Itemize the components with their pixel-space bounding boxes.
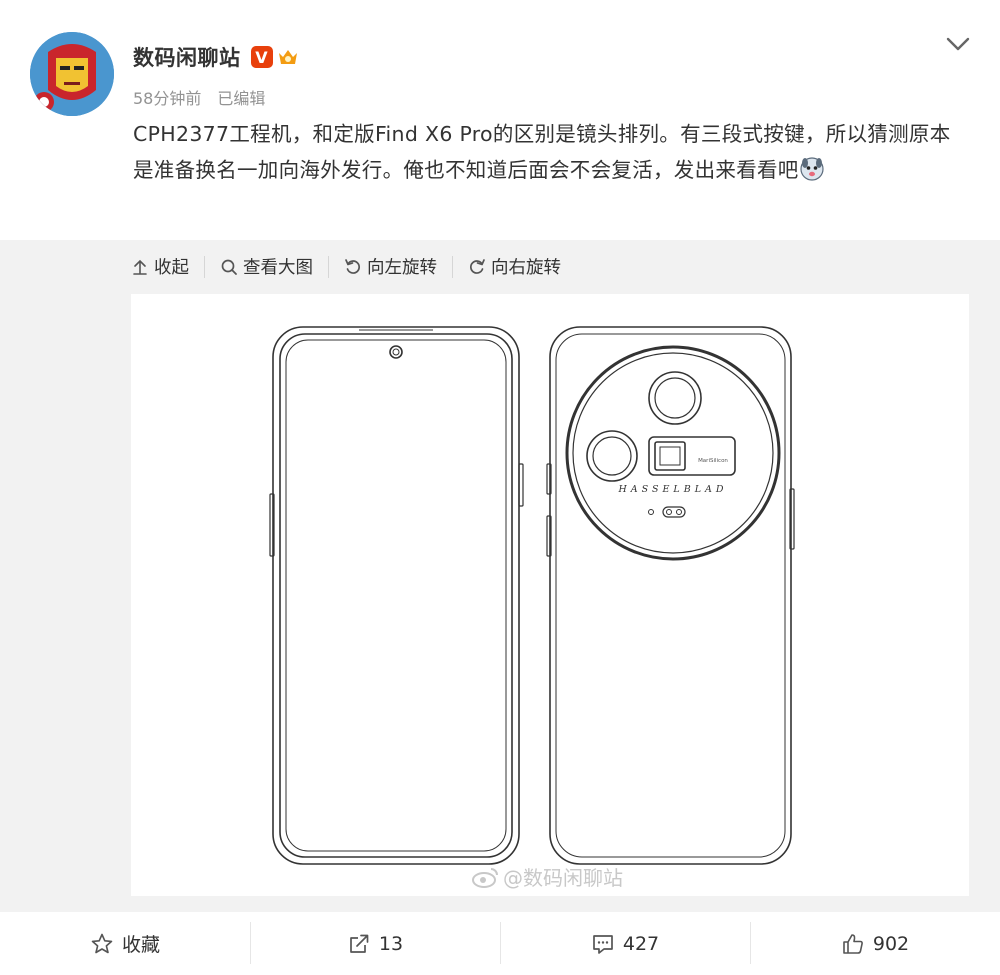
avatar[interactable] bbox=[30, 32, 114, 116]
comment-button[interactable]: 427 bbox=[500, 921, 750, 964]
search-icon bbox=[221, 259, 237, 275]
like-button[interactable]: 902 bbox=[750, 921, 1000, 964]
rotate-right-button[interactable]: 向右旋转 bbox=[468, 254, 561, 279]
verified-v-icon: V bbox=[250, 46, 273, 68]
arrow-up-icon bbox=[133, 259, 147, 275]
toolbar-divider bbox=[328, 255, 329, 278]
repost-button[interactable]: 13 bbox=[250, 921, 500, 964]
image-toolbar: 收起 查看大图 向左旋转 向右旋转 bbox=[131, 254, 561, 279]
collapse-button[interactable]: 收起 bbox=[131, 254, 189, 279]
rotate-right-icon bbox=[470, 258, 485, 274]
phone-line-drawing: HASSELBLAD MariSilicon bbox=[269, 326, 795, 865]
favorite-label: 收藏 bbox=[121, 934, 160, 956]
hasselblad-label: HASSELBLAD bbox=[617, 484, 727, 495]
like-count: 902 bbox=[872, 932, 910, 955]
chevron-down-icon[interactable] bbox=[946, 36, 970, 52]
author-name[interactable]: 数码闲聊站 bbox=[133, 42, 241, 72]
favorite-button[interactable]: 收藏 bbox=[0, 930, 250, 957]
share-icon bbox=[350, 934, 369, 953]
watermark-text: @数码闲聊站 bbox=[503, 866, 623, 890]
chip-label: MariSilicon bbox=[698, 458, 728, 464]
dog-emoji-icon bbox=[800, 157, 824, 181]
view-large-button[interactable]: 查看大图 bbox=[220, 254, 313, 279]
repost-count: 13 bbox=[378, 932, 404, 955]
post-image[interactable]: HASSELBLAD MariSilicon @数码闲聊站 bbox=[131, 294, 969, 896]
avatar-ironman-icon bbox=[30, 32, 114, 116]
comment-icon bbox=[593, 934, 613, 954]
star-icon bbox=[91, 933, 113, 953]
edited-label[interactable]: 已编辑 bbox=[217, 85, 265, 109]
media-panel: 收起 查看大图 向左旋转 向右旋转 HASSELBLAD MariSilicon… bbox=[0, 240, 1000, 912]
weibo-logo-icon bbox=[472, 867, 498, 888]
rotate-left-button[interactable]: 向左旋转 bbox=[344, 254, 437, 279]
watermark: @数码闲聊站 bbox=[471, 862, 623, 891]
post-time[interactable]: 58分钟前 bbox=[133, 85, 201, 109]
toolbar-divider bbox=[204, 255, 205, 278]
post-text: CPH2377工程机，和定版Find X6 Pro的区别是镜头排列。有三段式按键… bbox=[133, 116, 963, 188]
rotate-left-label: 向左旋转 bbox=[367, 258, 437, 278]
post-meta: 58分钟前 已编辑 bbox=[133, 85, 265, 109]
comment-count: 427 bbox=[622, 932, 660, 955]
action-bar: 收藏 13 427 902 bbox=[0, 912, 1000, 975]
crown-badge-icon bbox=[278, 50, 297, 64]
rotate-right-label: 向右旋转 bbox=[491, 258, 561, 278]
like-icon bbox=[843, 933, 863, 954]
toolbar-divider bbox=[452, 255, 453, 278]
collapse-label: 收起 bbox=[154, 258, 189, 278]
rotate-left-icon bbox=[345, 258, 360, 274]
author-line: 数码闲聊站 V bbox=[133, 42, 300, 72]
view-large-label: 查看大图 bbox=[243, 258, 313, 278]
post-body: CPH2377工程机，和定版Find X6 Pro的区别是镜头排列。有三段式按键… bbox=[133, 122, 951, 182]
